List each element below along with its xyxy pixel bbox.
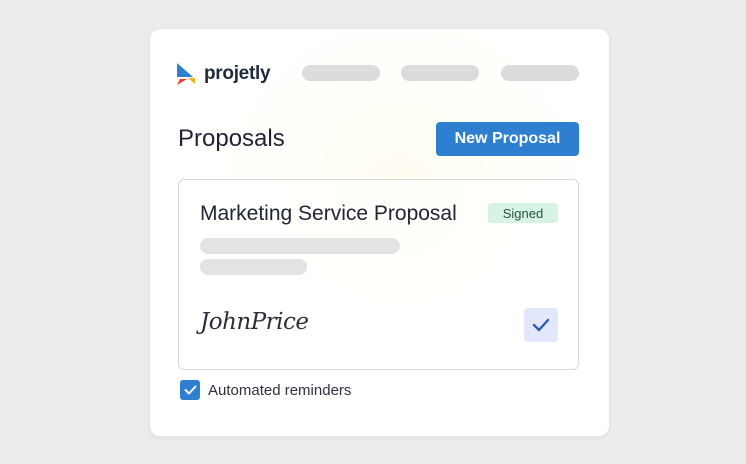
new-proposal-button[interactable]: New Proposal <box>436 122 579 156</box>
nav-item-placeholder[interactable] <box>401 65 479 81</box>
app-card: projetly Proposals New Proposal Marketin… <box>150 29 609 436</box>
automated-reminders-option[interactable]: Automated reminders <box>180 380 351 400</box>
text-placeholder-line <box>200 259 307 275</box>
proposal-title: Marketing Service Proposal <box>200 202 457 225</box>
nav-item-placeholder[interactable] <box>302 65 380 81</box>
text-placeholder-line <box>200 238 400 254</box>
page-title: Proposals <box>178 125 285 152</box>
checkmark-icon <box>532 318 550 332</box>
signed-checkbox[interactable] <box>524 308 558 342</box>
automated-reminders-checkbox[interactable] <box>180 380 200 400</box>
brand-name: projetly <box>204 63 271 84</box>
automated-reminders-label: Automated reminders <box>208 381 352 399</box>
brand-logo[interactable]: projetly <box>177 62 271 86</box>
background-frame: projetly Proposals New Proposal Marketin… <box>0 0 746 464</box>
nav-item-placeholder[interactable] <box>501 65 579 81</box>
projetly-logo-icon <box>177 63 195 85</box>
checkmark-icon <box>184 385 196 395</box>
signature: JohnPrice <box>200 309 309 335</box>
proposal-card[interactable]: Marketing Service Proposal Signed JohnPr… <box>178 179 579 370</box>
status-badge: Signed <box>488 203 558 223</box>
